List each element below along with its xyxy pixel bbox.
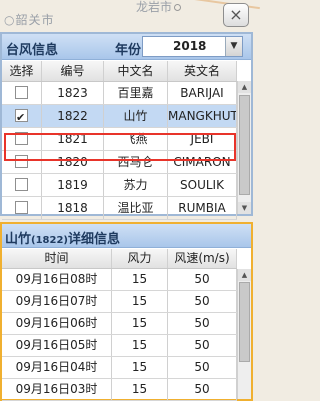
time-cell: 09月16日04时 xyxy=(2,357,112,378)
detail-table: 时间 风力 风速(m/s) 09月16日08时 15 50 09月16日07时 … xyxy=(2,249,237,401)
typhoon-id: 1819 xyxy=(42,174,104,196)
table-row[interactable]: 09月16日06时 15 50 xyxy=(2,313,237,335)
panel-header: 台风信息 年份 2018 ▼ xyxy=(2,34,251,60)
table-row[interactable]: 09月16日07时 15 50 xyxy=(2,291,237,313)
typhoon-cn-name: 苏力 xyxy=(104,174,168,196)
map-background[interactable]: ○韶关市 龙岩市 × xyxy=(0,0,260,32)
chevron-down-icon[interactable]: ▼ xyxy=(225,37,242,56)
table-row[interactable]: 1819 苏力 SOULIK xyxy=(2,174,237,197)
time-cell: 09月16日03时 xyxy=(2,379,112,400)
select-cell[interactable] xyxy=(2,174,42,196)
scroll-thumb[interactable] xyxy=(239,95,250,195)
table-row[interactable]: 09月16日05时 15 50 xyxy=(2,335,237,357)
force-cell: 15 xyxy=(112,269,168,290)
table-header: 选择 编号 中文名 英文名 xyxy=(2,61,237,82)
row-checkbox[interactable] xyxy=(15,178,28,191)
typhoon-en-name: MANGKHUT xyxy=(168,105,237,127)
table-row-selected[interactable]: 1822 山竹 MANGKHUT xyxy=(2,105,237,128)
select-cell[interactable] xyxy=(2,82,42,104)
row-checkbox[interactable] xyxy=(15,86,28,99)
speed-cell: 50 xyxy=(168,269,237,290)
scroll-down-icon[interactable]: ▼ xyxy=(238,202,251,214)
column-header[interactable]: 选择 xyxy=(2,61,42,81)
scroll-thumb[interactable] xyxy=(239,282,250,362)
selection-highlight xyxy=(4,133,236,161)
column-header[interactable]: 英文名 xyxy=(168,61,237,81)
table-row[interactable]: 09月16日03时 15 50 xyxy=(2,379,237,401)
vertical-scrollbar[interactable]: ▲ xyxy=(237,269,251,399)
year-label: 年份 xyxy=(115,43,142,58)
typhoon-id: 1822 xyxy=(42,105,104,127)
table-row[interactable]: 1823 百里嘉 BARIJAI xyxy=(2,82,237,105)
speed-cell: 50 xyxy=(168,291,237,312)
typhoon-en-name: BARIJAI xyxy=(168,82,237,104)
year-value: 2018 xyxy=(173,39,207,53)
row-checkbox[interactable] xyxy=(15,201,28,214)
table-row[interactable]: 1818 温比亚 RUMBIA xyxy=(2,197,237,220)
typhoon-detail-panel: 山竹(1822)详细信息 时间 风力 风速(m/s) 09月16日08时 15 … xyxy=(0,222,253,401)
map-city-label: 龙岩市 xyxy=(136,0,182,15)
panel-header: 山竹(1822)详细信息 xyxy=(2,224,251,248)
column-header[interactable]: 风力 xyxy=(112,249,168,268)
typhoon-cn-name: 温比亚 xyxy=(104,197,168,219)
table-row[interactable]: 09月16日08时 15 50 xyxy=(2,269,237,291)
speed-cell: 50 xyxy=(168,313,237,334)
typhoon-id: 1823 xyxy=(42,82,104,104)
typhoon-en-name: RUMBIA xyxy=(168,197,237,219)
typhoon-id: 1818 xyxy=(42,197,104,219)
vertical-scrollbar[interactable]: ▲ ▼ xyxy=(237,81,251,214)
force-cell: 15 xyxy=(112,379,168,400)
year-select[interactable]: 2018 ▼ xyxy=(142,36,243,57)
column-header[interactable]: 编号 xyxy=(42,61,104,81)
panel-title: 山竹(1822)详细信息 xyxy=(5,232,121,247)
panel-title: 台风信息 xyxy=(6,43,59,58)
table-row[interactable]: 09月16日04时 15 50 xyxy=(2,357,237,379)
time-cell: 09月16日05时 xyxy=(2,335,112,356)
force-cell: 15 xyxy=(112,335,168,356)
time-cell: 09月16日06时 xyxy=(2,313,112,334)
speed-cell: 50 xyxy=(168,357,237,378)
typhoon-en-name: SOULIK xyxy=(168,174,237,196)
force-cell: 15 xyxy=(112,291,168,312)
typhoon-cn-name: 山竹 xyxy=(104,105,168,127)
time-cell: 09月16日07时 xyxy=(2,291,112,312)
map-city-label: ○韶关市 xyxy=(4,13,55,27)
row-checkbox[interactable] xyxy=(15,107,28,127)
city-marker-icon xyxy=(174,4,182,11)
table-header: 时间 风力 风速(m/s) xyxy=(2,249,237,269)
typhoon-cn-name: 百里嘉 xyxy=(104,82,168,104)
column-header[interactable]: 中文名 xyxy=(104,61,168,81)
force-cell: 15 xyxy=(112,313,168,334)
column-header[interactable]: 时间 xyxy=(2,249,112,268)
speed-cell: 50 xyxy=(168,335,237,356)
typhoon-info-panel: 台风信息 年份 2018 ▼ 选择 编号 中文名 英文名 1823 百里嘉 BA… xyxy=(0,32,253,220)
time-cell: 09月16日08时 xyxy=(2,269,112,290)
select-cell[interactable] xyxy=(2,105,42,127)
speed-cell: 50 xyxy=(168,379,237,400)
select-cell[interactable] xyxy=(2,197,42,219)
close-button[interactable]: × xyxy=(223,3,249,27)
column-header[interactable]: 风速(m/s) xyxy=(168,249,237,268)
scroll-up-icon[interactable]: ▲ xyxy=(238,269,251,281)
force-cell: 15 xyxy=(112,357,168,378)
scroll-up-icon[interactable]: ▲ xyxy=(238,81,251,93)
